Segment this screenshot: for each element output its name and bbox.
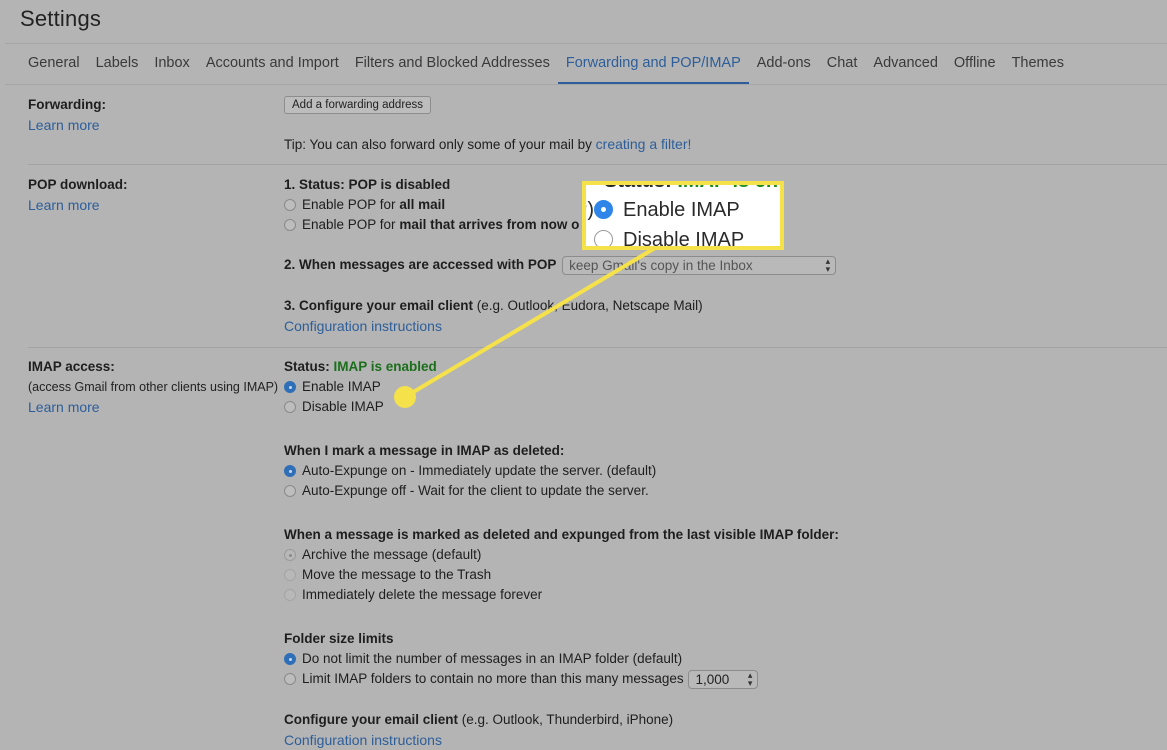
imap-learn-more-link[interactable]: Learn more — [28, 397, 278, 417]
tab-accounts-and-import[interactable]: Accounts and Import — [198, 52, 347, 81]
tab-filters-and-blocked-addresses[interactable]: Filters and Blocked Addresses — [347, 52, 558, 81]
folder-limit-select[interactable]: 1,000 ▴ ▾ — [688, 669, 759, 689]
imap-deleted-heading: When I mark a message in IMAP as deleted… — [284, 443, 565, 458]
option-label: Immediately delete the message forever — [302, 587, 543, 602]
callout-enable-label: Enable IMAP — [623, 199, 740, 221]
radio-disable-imap[interactable] — [284, 401, 296, 413]
option-label: Limit IMAP folders to contain no more th… — [302, 671, 684, 686]
trash-option[interactable]: Move the message to the Trash — [284, 565, 839, 585]
expunge-on-option[interactable]: Auto-Expunge on - Immediately update the… — [284, 461, 839, 481]
configure-examples: (e.g. Outlook, Eudora, Netscape Mail) — [473, 298, 703, 313]
callout-disable-row: P)Disable IMAP — [586, 225, 778, 250]
status-label: Status: — [284, 359, 334, 374]
settings-tabs: General Labels Inbox Accounts and Import… — [20, 52, 1072, 85]
option-label: Enable IMAP — [302, 379, 381, 394]
callout-enable-row: P) Enable IMAP — [586, 195, 778, 225]
option-label: Archive the message (default) — [302, 547, 482, 562]
pop-download-label: POP download: — [28, 177, 128, 192]
radio-pop-from-now[interactable] — [284, 219, 296, 231]
configure-examples: (e.g. Outlook, Thunderbird, iPhone) — [458, 712, 674, 727]
imap-configuration-instructions-link[interactable]: Configuration instructions — [284, 730, 839, 750]
add-forwarding-address-button[interactable]: Add a forwarding address — [284, 96, 432, 114]
tab-labels[interactable]: Labels — [88, 52, 147, 81]
option-label: Disable IMAP — [302, 399, 384, 414]
option-label: Auto-Expunge on - Immediately update the… — [302, 463, 657, 478]
expunge-off-option[interactable]: Auto-Expunge off - Wait for the client t… — [284, 481, 839, 501]
page-title: Settings — [20, 6, 102, 31]
limit-option[interactable]: Limit IMAP folders to contain no more th… — [284, 669, 839, 689]
section-divider — [28, 164, 1167, 165]
tab-offline[interactable]: Offline — [946, 52, 1004, 81]
pop-accessed-row: 2. When messages are accessed with POP k… — [284, 255, 837, 275]
option-label-bold: mail that arrives from now o — [399, 217, 580, 232]
option-label: Enable POP for — [302, 197, 400, 212]
callout-disable-label: Disable IMAP — [623, 229, 745, 250]
creating-filter-link[interactable]: creating a filter! — [596, 136, 692, 152]
forwarding-label: Forwarding: — [28, 97, 106, 112]
radio-no-limit[interactable] — [284, 653, 296, 665]
tab-advanced[interactable]: Advanced — [865, 52, 946, 81]
callout-radio-disable-icon — [594, 230, 613, 246]
forwarding-learn-more-link[interactable]: Learn more — [28, 115, 106, 135]
tab-themes[interactable]: Themes — [1004, 52, 1072, 81]
title-divider — [5, 43, 1167, 44]
select-value: keep Gmail's copy in the Inbox — [569, 257, 753, 273]
callout-prefix: P) — [586, 199, 594, 221]
folder-size-heading: Folder size limits — [284, 631, 394, 646]
imap-label-group: IMAP access: (access Gmail from other cl… — [28, 357, 278, 417]
option-label-bold: all mail — [399, 197, 446, 212]
imap-sublabel: (access Gmail from other clients using I… — [28, 380, 279, 394]
option-label: Move the message to the Trash — [302, 567, 492, 582]
tab-chat[interactable]: Chat — [819, 52, 866, 81]
imap-access-label: IMAP access: — [28, 359, 115, 374]
select-arrows-icon: ▴ ▾ — [825, 256, 831, 275]
imap-disable-option[interactable]: Disable IMAP — [284, 397, 839, 417]
imap-configure-row: Configure your email client (e.g. Outloo… — [284, 710, 839, 730]
tabs-divider — [5, 84, 1167, 85]
pop-label-group: POP download: Learn more — [28, 175, 128, 215]
configure-label: Configure your email client — [284, 712, 459, 727]
section-divider — [28, 347, 1167, 348]
select-value: 1,000 — [695, 671, 730, 687]
radio-expunge-on[interactable] — [284, 465, 296, 477]
delete-forever-option[interactable]: Immediately delete the message forever — [284, 585, 839, 605]
option-label: Auto-Expunge off - Wait for the client t… — [302, 483, 649, 498]
imap-enable-option[interactable]: Enable IMAP — [284, 377, 839, 397]
archive-option[interactable]: Archive the message (default) — [284, 545, 839, 565]
tab-inbox[interactable]: Inbox — [146, 52, 197, 81]
option-label: Enable POP for — [302, 217, 400, 232]
radio-trash[interactable] — [284, 569, 296, 581]
pop-configure-row: 3. Configure your email client (e.g. Out… — [284, 296, 836, 316]
magnified-callout: Status: IMAP is en P) Enable IMAP P)Disab… — [582, 181, 784, 250]
imap-expunged-heading: When a message is marked as deleted and … — [284, 527, 839, 542]
pop-accessed-label: 2. When messages are accessed with POP — [284, 257, 557, 272]
callout-status-label: Status: — [604, 181, 678, 192]
radio-archive[interactable] — [284, 549, 296, 561]
forwarding-label-group: Forwarding: Learn more — [28, 95, 106, 135]
tab-general[interactable]: General — [20, 52, 88, 81]
no-limit-option[interactable]: Do not limit the number of messages in a… — [284, 649, 839, 669]
configure-label: 3. Configure your email client — [284, 298, 474, 313]
callout-radio-enable-icon — [594, 200, 613, 219]
imap-status-value: IMAP is enabled — [333, 359, 437, 374]
radio-expunge-off[interactable] — [284, 485, 296, 497]
pop-configuration-instructions-link[interactable]: Configuration instructions — [284, 316, 836, 336]
tab-forwarding-and-pop-imap[interactable]: Forwarding and POP/IMAP — [557, 52, 749, 85]
tip-text: Tip: You can also forward only some of y… — [284, 137, 596, 152]
callout-status-value: IMAP is en — [677, 181, 779, 192]
radio-limit[interactable] — [284, 673, 296, 685]
option-label: Do not limit the number of messages in a… — [302, 651, 683, 666]
pop-learn-more-link[interactable]: Learn more — [28, 195, 128, 215]
pop-action-select[interactable]: keep Gmail's copy in the Inbox ▴ ▾ — [562, 255, 837, 275]
forwarding-tip: Tip: You can also forward only some of y… — [284, 134, 691, 154]
callout-status: Status: IMAP is en — [586, 181, 779, 195]
tab-add-ons[interactable]: Add-ons — [749, 52, 819, 81]
imap-status: Status: IMAP is enabled — [284, 357, 839, 377]
radio-enable-imap[interactable] — [284, 381, 296, 393]
radio-pop-all-mail[interactable] — [284, 199, 296, 211]
select-arrows-icon: ▴ ▾ — [747, 670, 753, 689]
imap-settings: Status: IMAP is enabled Enable IMAP Disa… — [284, 357, 839, 750]
radio-delete-forever[interactable] — [284, 589, 296, 601]
